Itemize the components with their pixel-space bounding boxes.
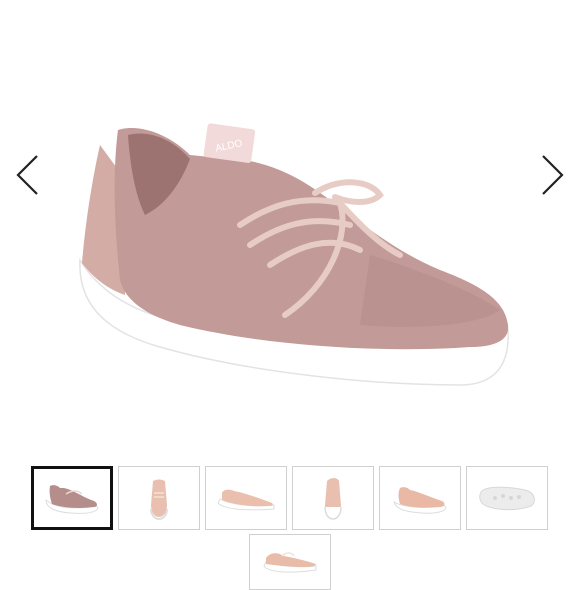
thumbnail-2[interactable] bbox=[118, 466, 200, 530]
next-image-button[interactable] bbox=[530, 150, 574, 200]
thumbnail-image bbox=[393, 487, 447, 514]
tongue-tag: ALDO bbox=[203, 123, 256, 163]
thumbnail-3[interactable] bbox=[205, 466, 287, 530]
thumbnail-5[interactable] bbox=[379, 466, 461, 530]
thumbnail-image bbox=[217, 489, 275, 511]
thumbnail-6[interactable] bbox=[466, 466, 548, 530]
thumbnail-image bbox=[263, 552, 317, 573]
thumbnail-image bbox=[324, 478, 342, 520]
thumbnail-7[interactable] bbox=[249, 534, 331, 590]
chevron-left-icon bbox=[16, 155, 38, 195]
main-product-image: ALDO bbox=[79, 123, 509, 386]
thumbnail-4[interactable] bbox=[292, 466, 374, 530]
thumbnail-image bbox=[479, 486, 535, 511]
thumbnail-image bbox=[150, 479, 168, 521]
thumbnail-1[interactable] bbox=[31, 466, 113, 530]
thumbnail-image bbox=[45, 485, 99, 514]
chevron-right-icon bbox=[542, 155, 564, 195]
product-image-viewer: ALDO bbox=[0, 0, 580, 455]
